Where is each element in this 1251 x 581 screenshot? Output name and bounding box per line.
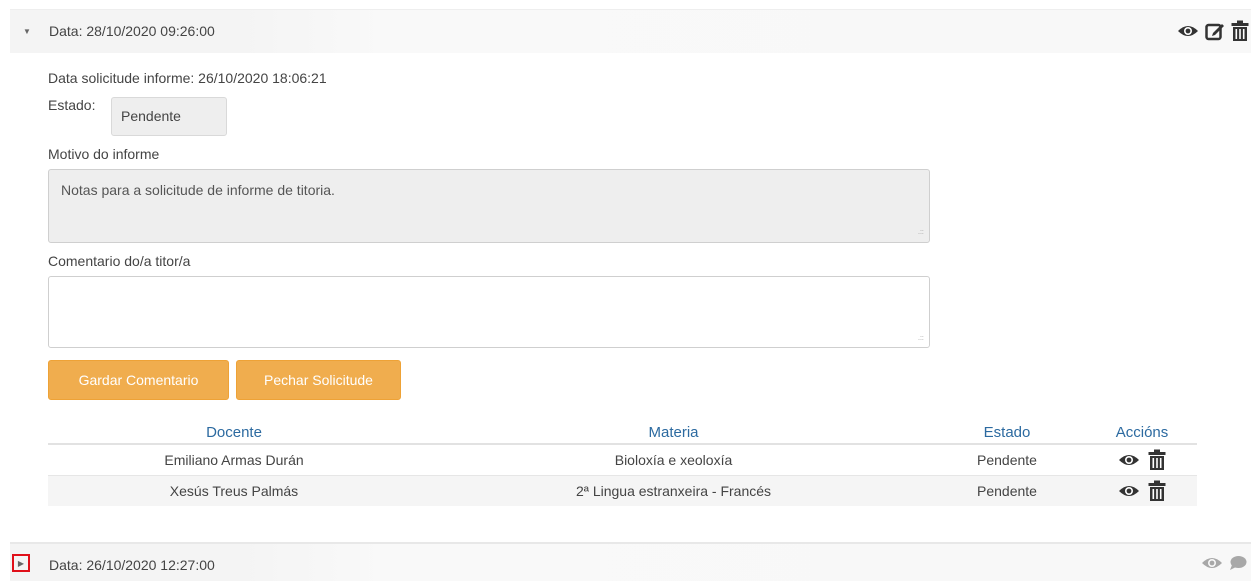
comment-icon[interactable] (1229, 555, 1247, 571)
table-row: Xesús Treus Palmás 2ª Lingua estranxeira… (48, 475, 1197, 506)
request-panel-header[interactable]: ▼ Data: 28/10/2020 09:26:00 (10, 9, 1251, 53)
trash-icon[interactable] (1148, 480, 1166, 502)
table-row: Emiliano Armas Durán Bioloxía e xeoloxía… (48, 443, 1197, 476)
resize-grip-icon[interactable]: .:: (918, 229, 924, 236)
eye-icon[interactable] (1118, 483, 1140, 499)
cell-materia: 2ª Lingua estranxeira - Francés (420, 475, 927, 506)
trash-icon[interactable] (1231, 20, 1249, 42)
comentario-label: Comentario do/a titor/a (48, 253, 191, 269)
eye-icon[interactable] (1201, 555, 1223, 571)
cell-estado: Pendente (927, 475, 1087, 506)
cell-materia: Bioloxía e xeoloxía (420, 443, 927, 476)
request-panel-header[interactable]: ▶ Data: 26/10/2020 12:27:00 (10, 542, 1251, 581)
eye-icon[interactable] (1118, 452, 1140, 468)
estado-label: Estado: (48, 97, 96, 113)
resize-grip-icon[interactable]: .:: (918, 335, 924, 342)
expand-caret-icon[interactable]: ▶ (12, 554, 30, 572)
cell-docente: Emiliano Armas Durán (48, 443, 420, 476)
cell-estado: Pendente (927, 443, 1087, 476)
col-accions: Accións (1087, 421, 1197, 445)
cell-docente: Xesús Treus Palmás (48, 475, 420, 506)
header-actions (1177, 20, 1249, 42)
teachers-table: Docente Materia Estado Accións Emiliano … (48, 421, 1197, 506)
eye-icon[interactable] (1177, 23, 1199, 39)
col-docente[interactable]: Docente (48, 421, 420, 445)
edit-icon[interactable] (1205, 21, 1225, 41)
col-estado[interactable]: Estado (927, 421, 1087, 445)
estado-field: Pendente (111, 97, 227, 136)
collapse-caret-icon[interactable]: ▼ (20, 24, 34, 38)
save-comment-button[interactable]: Gardar Comentario (48, 360, 229, 400)
motivo-label: Motivo do informe (48, 146, 160, 162)
motivo-textarea: Notas para a solicitude de informe de ti… (48, 169, 930, 243)
request-date: Data: 26/10/2020 12:27:00 (49, 557, 215, 573)
trash-icon[interactable] (1148, 449, 1166, 471)
col-materia[interactable]: Materia (420, 421, 927, 445)
header-actions (1201, 555, 1247, 571)
cell-actions (1087, 443, 1197, 476)
request-date: Data: 28/10/2020 09:26:00 (49, 23, 215, 39)
comentario-textarea[interactable] (48, 276, 930, 348)
cell-actions (1087, 475, 1197, 506)
request-date-label: Data solicitude informe: 26/10/2020 18:0… (48, 70, 327, 86)
close-request-button[interactable]: Pechar Solicitude (236, 360, 401, 400)
